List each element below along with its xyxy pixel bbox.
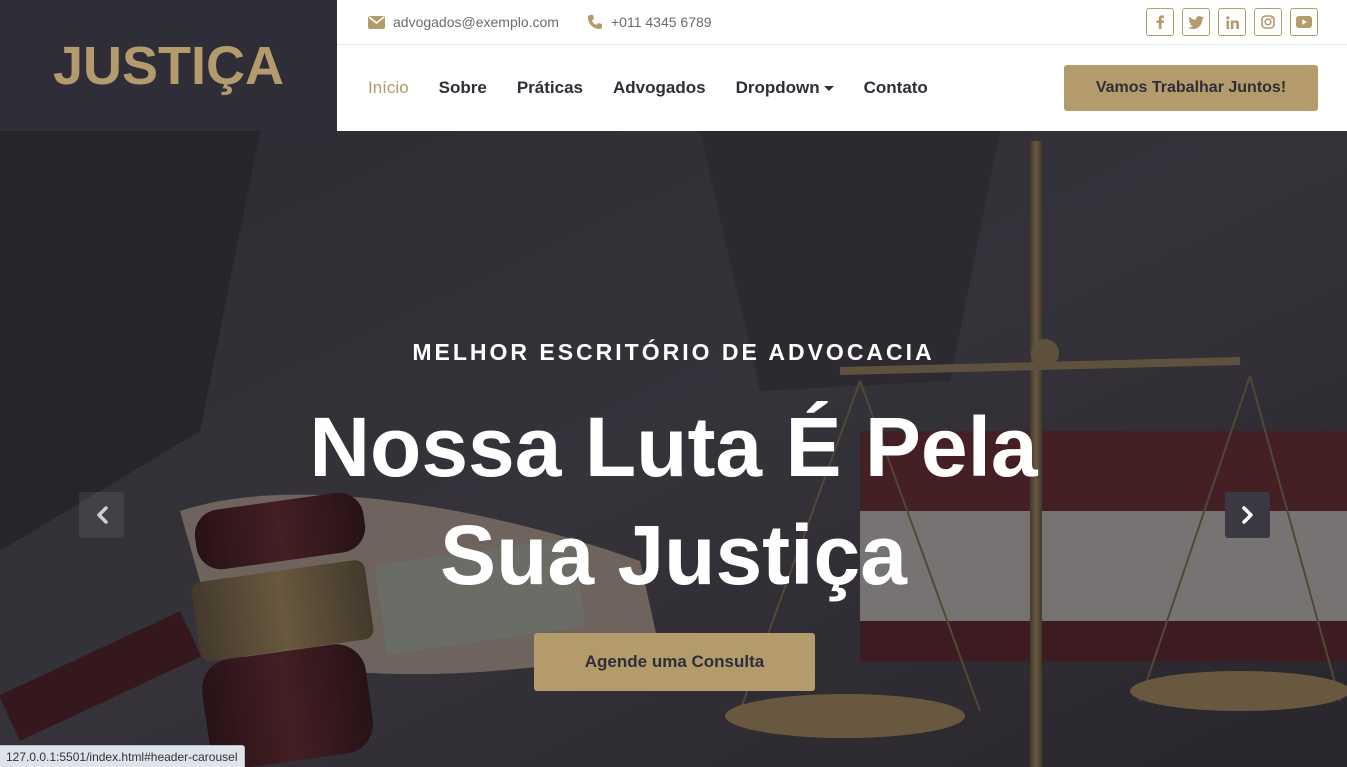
instagram-icon[interactable] xyxy=(1254,8,1282,36)
top-contact-bar: advogados@exemplo.com +011 4345 6789 xyxy=(337,0,1347,45)
work-together-button[interactable]: Vamos Trabalhar Juntos! xyxy=(1064,65,1318,111)
nav-item-advogados[interactable]: Advogados xyxy=(613,78,706,98)
main-navbar: Início Sobre Práticas Advogados Dropdown… xyxy=(337,45,1347,131)
dropdown-label: Dropdown xyxy=(735,78,820,97)
nav-item-praticas[interactable]: Práticas xyxy=(517,78,583,98)
logo-text: JUSTIÇA xyxy=(52,35,285,96)
brand-logo[interactable]: JUSTIÇA xyxy=(0,0,337,131)
header-carousel: MELHOR ESCRITÓRIO DE ADVOCACIA Nossa Lut… xyxy=(0,131,1347,767)
facebook-icon[interactable] xyxy=(1146,8,1174,36)
phone-text: +011 4345 6789 xyxy=(610,14,712,30)
chevron-right-icon xyxy=(1241,506,1253,524)
hero-content: MELHOR ESCRITÓRIO DE ADVOCACIA Nossa Lut… xyxy=(0,131,1347,767)
chevron-left-icon xyxy=(96,506,108,524)
hero-headline: Nossa Luta É Pela Sua Justiça xyxy=(309,400,1038,602)
envelope-icon xyxy=(368,15,385,29)
caret-down-icon xyxy=(823,85,834,91)
youtube-icon[interactable] xyxy=(1290,8,1318,36)
twitter-icon[interactable] xyxy=(1182,8,1210,36)
phone-icon xyxy=(587,15,602,29)
nav-item-inicio[interactable]: Início xyxy=(368,78,409,98)
email-text: advogados@exemplo.com xyxy=(393,14,559,30)
linkedin-icon[interactable] xyxy=(1218,8,1246,36)
schedule-consultation-button[interactable]: Agende uma Consulta xyxy=(534,633,815,691)
nav-item-dropdown[interactable]: Dropdown xyxy=(736,78,834,98)
email-contact[interactable]: advogados@exemplo.com xyxy=(368,14,559,30)
social-links xyxy=(1138,8,1318,36)
carousel-next-button[interactable] xyxy=(1225,492,1270,538)
nav-item-sobre[interactable]: Sobre xyxy=(439,78,487,98)
phone-contact[interactable]: +011 4345 6789 xyxy=(587,14,712,30)
browser-status-url: 127.0.0.1:5501/index.html#header-carouse… xyxy=(0,745,245,767)
nav-links: Início Sobre Práticas Advogados Dropdown… xyxy=(368,78,958,98)
carousel-prev-button[interactable] xyxy=(79,492,124,538)
hero-eyebrow: MELHOR ESCRITÓRIO DE ADVOCACIA xyxy=(412,339,935,365)
nav-item-contato[interactable]: Contato xyxy=(864,78,928,98)
